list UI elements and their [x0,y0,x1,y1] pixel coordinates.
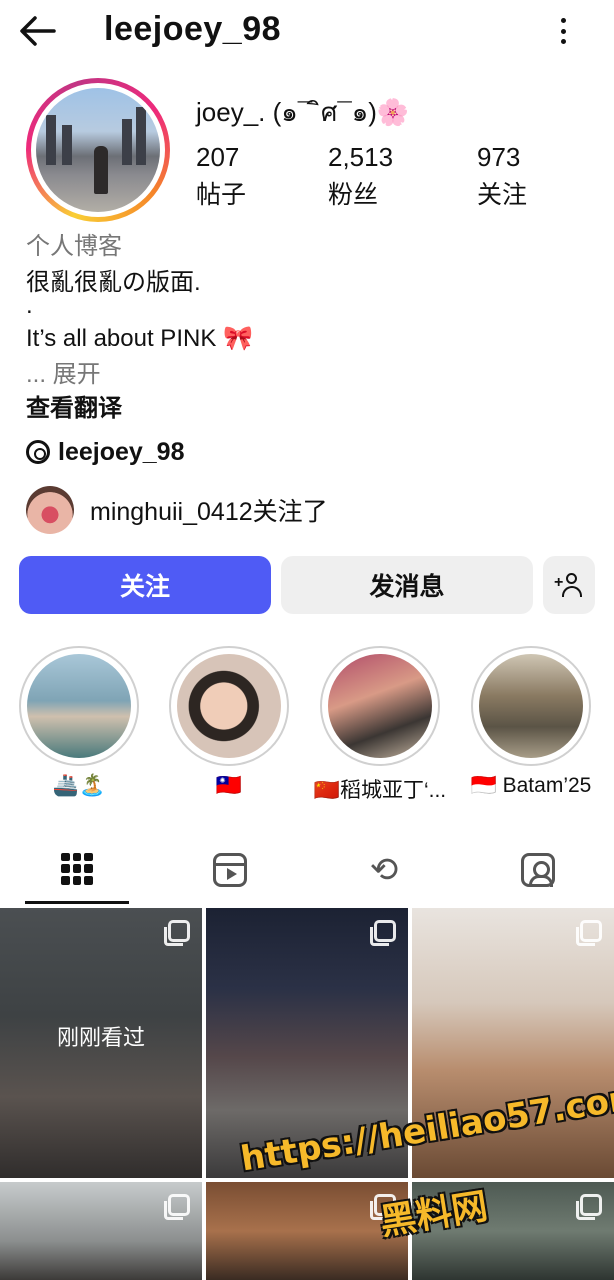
follow-button[interactable]: 关注 [19,556,271,614]
top-bar: leejoey_98 [0,0,614,66]
grid-icon [61,852,93,885]
highlight-cover [177,654,281,758]
following-count: 973 [477,142,521,172]
carousel-icon [370,920,396,946]
bio-expand-link[interactable]: ... 展开 [26,354,101,389]
threads-handle: leejoey_98 [58,437,185,466]
profile-tabs: ⟲ [0,836,614,906]
follower-avatar [26,486,74,534]
back-arrow-icon[interactable] [18,14,58,48]
tagged-icon [521,853,555,887]
post-thumbnail[interactable] [0,1182,202,1280]
carousel-icon [576,1194,602,1220]
profile-avatar-story-ring[interactable] [26,78,170,222]
carousel-icon [164,1194,190,1220]
highlight-cover [328,654,432,758]
tab-tagged[interactable] [486,836,590,904]
threads-link[interactable]: leejoey_98 [26,436,185,468]
bio-line: It’s all about PINK 🎀 [26,325,253,352]
recently-viewed-label: 刚刚看过 [56,1025,145,1050]
display-name: joey_. (๑¯ ิศ¯๑)🌸 [196,97,410,127]
posts-count-stat[interactable]: 207 帖子 [196,142,246,211]
carousel-icon [576,920,602,946]
posts-label: 帖子 [196,181,247,209]
repost-icon: ⟲ [369,851,399,889]
tab-reels[interactable] [178,836,282,904]
highlight-label: 🇮🇩 Batam’25 [470,774,592,797]
posts-count: 207 [196,142,240,172]
followers-count: 2,513 [328,142,394,172]
profile-category: 个人博客 [26,233,122,260]
bio-line: 很亂很亂の版面. [26,269,201,296]
tab-reposts[interactable]: ⟲ [332,836,436,904]
message-button[interactable]: 发消息 [281,556,533,614]
add-person-icon: + [554,572,584,598]
story-highlight[interactable]: 🚢🏝️ [19,646,139,797]
see-translation-link[interactable]: 查看翻译 [26,388,122,423]
followed-by-text: minghuii_0412关注了 [90,498,328,526]
suggest-users-button[interactable]: + [543,556,595,614]
highlight-cover [27,654,131,758]
followers-label: 粉丝 [328,181,379,209]
profile-username-title: leejoey_98 [104,10,282,48]
following-count-stat[interactable]: 973 关注 [477,142,527,211]
carousel-icon [164,920,190,946]
story-highlight[interactable]: 🇨🇳稻城亚丁‘... [314,646,446,802]
tab-posts-grid[interactable] [25,836,129,904]
following-label: 关注 [477,181,528,209]
bio-line: . [26,292,33,319]
post-thumbnail[interactable]: 刚刚看过 [0,908,202,1178]
reels-icon [213,853,247,887]
threads-icon [26,440,50,464]
highlight-cover [479,654,583,758]
profile-avatar [36,88,160,212]
story-highlight[interactable]: 🇹🇼 [169,646,289,797]
followers-count-stat[interactable]: 2,513 粉丝 [328,142,393,211]
story-highlight[interactable]: 🇮🇩 Batam’25 [471,646,591,797]
more-options-icon[interactable] [548,14,578,48]
followed-by-row[interactable]: minghuii_0412关注了 [26,486,328,534]
